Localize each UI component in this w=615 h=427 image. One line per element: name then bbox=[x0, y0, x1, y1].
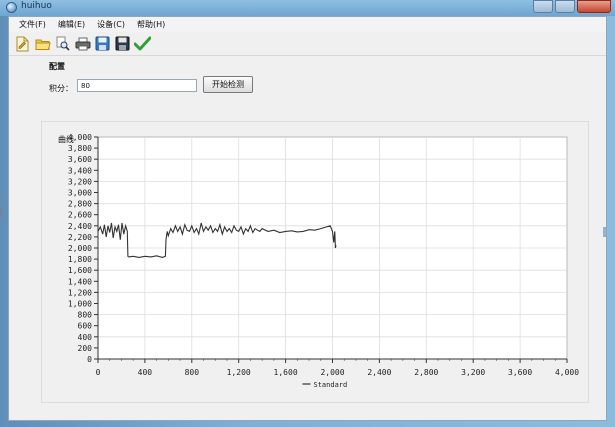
x-tick-label: 3,200 bbox=[461, 368, 485, 377]
search-icon[interactable] bbox=[54, 35, 71, 52]
minimize-button[interactable] bbox=[533, 0, 553, 13]
x-tick-label: 800 bbox=[185, 368, 200, 377]
integral-input[interactable] bbox=[77, 79, 197, 92]
chart: 0 400 800 1,200 1,600 2,000 2,400 2,800 3,200 3,6… bbox=[58, 133, 579, 389]
x-tick-label: 2,400 bbox=[367, 368, 391, 377]
app-window: huihuo 文件(F) 编辑(E) 设备(C) 帮助(H) 配置 积分： 80… bbox=[0, 0, 615, 427]
x-tick-label: 3,600 bbox=[508, 368, 532, 377]
menu-bar: 文件(F) 编辑(E) 设备(C) 帮助(H) bbox=[9, 17, 606, 32]
y-tick-label: 0 bbox=[87, 355, 92, 364]
y-tick-label: 400 bbox=[78, 333, 93, 342]
close-button[interactable] bbox=[577, 0, 611, 13]
y-tick-label: 1,400 bbox=[68, 277, 92, 286]
y-tick-label: 3,000 bbox=[68, 189, 92, 198]
x-tick-label: 400 bbox=[138, 368, 153, 377]
integral-label: 积分： bbox=[49, 84, 73, 93]
maximize-button[interactable] bbox=[555, 0, 575, 13]
x-tick-label: 0 bbox=[96, 368, 101, 377]
y-tick-label: 1,000 bbox=[68, 300, 92, 309]
x-tick-label: 2,000 bbox=[320, 368, 344, 377]
client-area: 文件(F) 编辑(E) 设备(C) 帮助(H) 配置 积分： 80 开始检测 0… bbox=[8, 16, 607, 421]
start-detect-button[interactable]: 开始检测 bbox=[203, 76, 253, 93]
x-tick-label: 2,800 bbox=[414, 368, 438, 377]
y-tick-label: 600 bbox=[78, 322, 93, 331]
y-tick-label: 3,400 bbox=[68, 166, 92, 175]
y-tick-label: 2,800 bbox=[68, 200, 92, 209]
y-tick-label: 3,600 bbox=[68, 155, 92, 164]
chart-title: 曲线 bbox=[58, 134, 74, 144]
y-tick-label: 1,800 bbox=[68, 255, 92, 264]
window-edge bbox=[0, 207, 3, 217]
menu-help[interactable]: 帮助(H) bbox=[131, 19, 171, 30]
window-title: huihuo bbox=[21, 1, 52, 11]
y-tick-label: 2,000 bbox=[68, 244, 92, 253]
y-tick-label: 1,200 bbox=[68, 288, 92, 297]
y-tick-label: 1,600 bbox=[68, 266, 92, 275]
save-as-icon[interactable] bbox=[94, 35, 111, 52]
title-bar[interactable]: huihuo bbox=[0, 0, 615, 16]
y-tick-label: 3,800 bbox=[68, 144, 92, 153]
menu-file[interactable]: 文件(F) bbox=[13, 19, 52, 30]
window-controls bbox=[533, 0, 611, 14]
menu-device[interactable]: 设备(C) bbox=[91, 19, 131, 30]
x-tick-label: 4,000 bbox=[555, 368, 579, 377]
y-tick-label: 200 bbox=[78, 344, 93, 353]
config-group: 配置 积分： 开始检测 bbox=[39, 61, 253, 99]
open-folder-icon[interactable] bbox=[34, 35, 51, 52]
menu-edit[interactable]: 编辑(E) bbox=[52, 19, 91, 30]
x-tick-label: 1,600 bbox=[274, 368, 298, 377]
y-tick-label: 2,600 bbox=[68, 211, 92, 220]
scroll-edge bbox=[603, 227, 606, 237]
toolbar bbox=[9, 32, 606, 56]
legend-label: Standard bbox=[314, 381, 348, 389]
y-tick-label: 800 bbox=[78, 311, 93, 320]
new-file-icon[interactable] bbox=[14, 35, 31, 52]
print-icon[interactable] bbox=[74, 35, 91, 52]
y-tick-label: 2,200 bbox=[68, 233, 92, 242]
y-tick-label: 2,400 bbox=[68, 222, 92, 231]
x-tick-label: 1,200 bbox=[227, 368, 251, 377]
y-tick-label: 3,200 bbox=[68, 177, 92, 186]
app-icon bbox=[6, 2, 17, 13]
chart-panel: 0 400 800 1,200 1,600 2,000 2,400 2,800 3,200 3,6… bbox=[41, 121, 589, 403]
save-icon[interactable] bbox=[114, 35, 131, 52]
check-icon[interactable] bbox=[134, 35, 151, 52]
config-group-title: 配置 bbox=[49, 62, 65, 71]
